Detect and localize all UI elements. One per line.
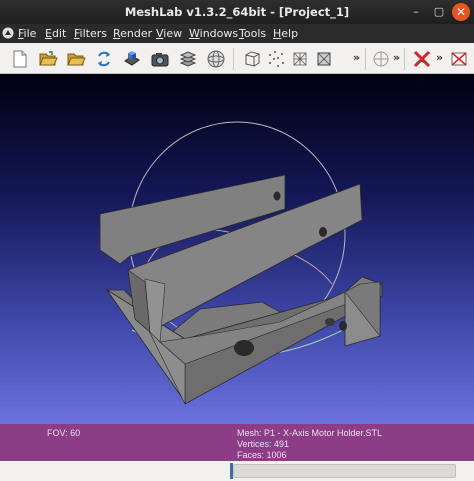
toolbar-overflow-button[interactable]: » xyxy=(393,51,400,64)
menu-file[interactable]: File xyxy=(18,27,36,40)
mesh-hole xyxy=(273,191,281,201)
mesh-name-readout: Mesh: P1 - X-Axis Motor Holder.STL xyxy=(237,428,383,438)
mesh-render xyxy=(99,121,384,405)
main-toolbar: » » » xyxy=(0,43,474,74)
delete-icon[interactable] xyxy=(412,49,432,69)
wireframe-icon[interactable] xyxy=(290,49,310,69)
new-project-icon[interactable] xyxy=(10,49,30,69)
menu-tools[interactable]: Tools xyxy=(239,27,266,40)
faces-readout: Faces: 1006 xyxy=(237,450,287,460)
toolbar-separator xyxy=(233,48,234,70)
progress-bar xyxy=(233,464,456,478)
menu-filters[interactable]: Filters xyxy=(74,27,107,40)
menu-bar: File Edit Filters Render View Windows To… xyxy=(0,24,474,43)
status-bar xyxy=(0,461,474,481)
reload-icon[interactable] xyxy=(94,49,114,69)
toolbar-separator xyxy=(365,48,366,70)
mesh-hole xyxy=(325,318,335,326)
menu-edit[interactable]: Edit xyxy=(45,27,66,40)
vertices-readout: Vertices: 491 xyxy=(237,439,290,449)
select-faces-icon[interactable] xyxy=(449,49,469,69)
maximize-button[interactable]: ▢ xyxy=(431,4,447,20)
title-bar: MeshLab v1.3.2_64bit - [Project_1] – ▢ ✕ xyxy=(0,0,474,24)
menu-view[interactable]: View xyxy=(156,27,182,40)
toolbar-overflow-button[interactable]: » xyxy=(436,51,443,64)
toolbar-separator xyxy=(404,48,405,70)
menu-render[interactable]: Render xyxy=(113,27,152,40)
info-overlay: FOV: 60 Mesh: P1 - X-Axis Motor Holder.S… xyxy=(0,424,474,461)
sphere-icon[interactable] xyxy=(206,49,226,69)
import-mesh-icon[interactable] xyxy=(66,49,86,69)
window-title: MeshLab v1.3.2_64bit - [Project_1] xyxy=(124,5,350,19)
points-icon[interactable] xyxy=(266,49,286,69)
flat-lines-icon[interactable] xyxy=(314,49,334,69)
toolbar-overflow-button[interactable]: » xyxy=(353,51,360,64)
layers-icon[interactable] xyxy=(178,49,198,69)
mesh-hole xyxy=(339,321,347,331)
minimize-button[interactable]: – xyxy=(408,4,424,20)
menu-help[interactable]: Help xyxy=(273,27,298,40)
snapshot-icon[interactable] xyxy=(150,49,170,69)
3d-viewport[interactable] xyxy=(0,74,474,424)
fov-readout: FOV: 60 xyxy=(47,428,81,438)
meshlab-logo-icon xyxy=(2,27,14,39)
close-button[interactable]: ✕ xyxy=(452,3,470,21)
mesh-center-hole xyxy=(234,340,254,356)
mesh-hole xyxy=(319,227,327,237)
menu-windows[interactable]: Windows xyxy=(189,27,238,40)
export-mesh-icon[interactable] xyxy=(122,49,142,69)
open-project-icon[interactable] xyxy=(38,49,58,69)
bounding-box-icon[interactable] xyxy=(242,49,262,69)
trackball-icon[interactable] xyxy=(371,49,391,69)
